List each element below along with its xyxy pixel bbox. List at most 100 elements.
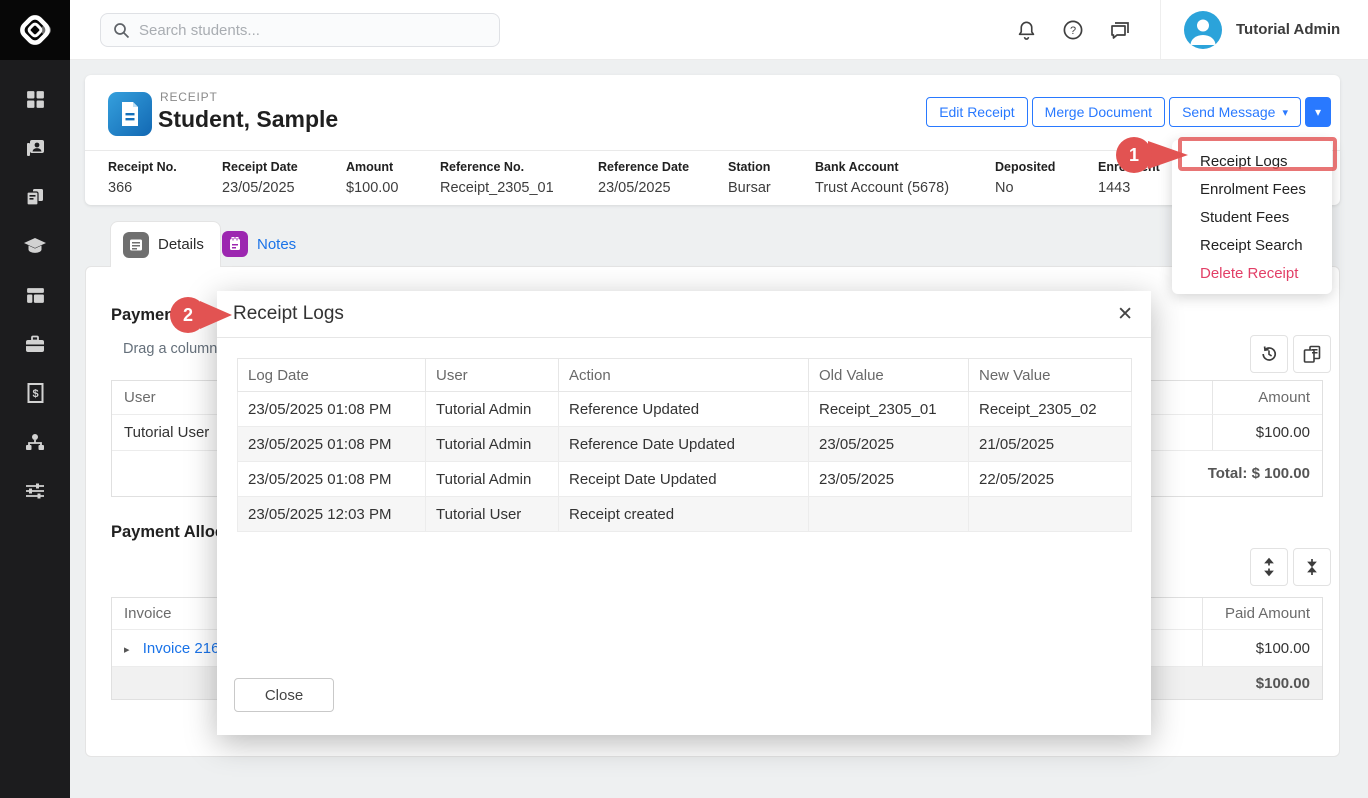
notes-tab-icon [222, 231, 248, 257]
receipt-logs-modal: Receipt Logs ✕ Log Date User Action Old … [217, 291, 1151, 735]
edit-receipt-button[interactable]: Edit Receipt [926, 97, 1027, 127]
sidebar-item-services[interactable] [23, 333, 47, 355]
sidebar-item-documents[interactable] [23, 186, 47, 208]
send-message-button[interactable]: Send Message ▾ [1169, 97, 1301, 127]
graduation-cap-icon [23, 236, 47, 256]
field-reference-no: Reference No.Receipt_2305_01 [440, 160, 554, 196]
help-button[interactable]: ? [1061, 18, 1085, 42]
chevron-down-icon: ▾ [1282, 106, 1288, 119]
receipt-icon [108, 92, 152, 136]
hierarchy-icon [24, 432, 46, 452]
more-actions-button[interactable]: ▾ [1305, 97, 1331, 127]
contact-card-icon [24, 137, 46, 159]
user-icon [1184, 11, 1222, 49]
export-grid-button[interactable] [1293, 335, 1331, 373]
notes-tab-label: Notes [257, 236, 296, 253]
sidebar-item-billing[interactable]: $ [23, 382, 47, 404]
bell-icon [1016, 19, 1037, 41]
sidebar-item-dashboard[interactable] [23, 88, 47, 110]
student-search[interactable] [100, 13, 500, 47]
invoice-link[interactable]: Invoice 2167 [143, 640, 228, 657]
collapse-all-button[interactable] [1293, 548, 1331, 586]
close-button[interactable]: Close [234, 678, 334, 712]
enrolment-link[interactable]: 1443 [1098, 180, 1160, 196]
log-table-header-row: Log Date User Action Old Value New Value [238, 359, 1132, 392]
menu-item-student-fees[interactable]: Student Fees [1172, 203, 1332, 231]
annotation-step-2: 2 [170, 297, 206, 333]
receipt-header-card: RECEIPT Student, Sample Edit Receipt Mer… [85, 75, 1340, 205]
field-reference-date: Reference Date23/05/2025 [598, 160, 689, 196]
field-deposited: DepositedNo [995, 160, 1055, 196]
field-receipt-no: Receipt No.366 [108, 160, 177, 196]
refresh-grid-button[interactable] [1250, 335, 1288, 373]
tab-notes[interactable]: Notes [208, 221, 310, 267]
column-log-date[interactable]: Log Date [238, 359, 426, 392]
column-amount[interactable]: Amount [1212, 381, 1322, 414]
search-icon [113, 22, 130, 39]
sidebar-item-network[interactable] [23, 431, 47, 453]
briefcase-icon [24, 334, 46, 354]
column-log-user[interactable]: User [426, 359, 559, 392]
app-logo[interactable] [0, 0, 70, 60]
payments-total: Total: $ 100.00 [1196, 465, 1322, 482]
sidebar-item-academics[interactable] [23, 235, 47, 257]
fee-document-icon: $ [26, 382, 45, 404]
layout-icon [25, 285, 46, 306]
chat-icon [1109, 19, 1131, 41]
paid-amount-cell: $100.00 [1202, 630, 1322, 666]
header-actions: Edit Receipt Merge Document Send Message… [926, 97, 1331, 127]
chevron-down-icon: ▾ [1315, 105, 1321, 119]
menu-item-enrolment-fees[interactable]: Enrolment Fees [1172, 175, 1332, 203]
dashboard-icon [25, 89, 46, 110]
messages-button[interactable] [1108, 18, 1132, 42]
send-message-label: Send Message [1182, 104, 1275, 120]
topbar: ? Tutorial Admin [70, 0, 1368, 60]
user-name[interactable]: Tutorial Admin [1236, 21, 1340, 38]
search-input[interactable] [139, 22, 469, 39]
annotation-arrow-1 [1148, 141, 1188, 169]
copy-columns-icon [1302, 344, 1322, 364]
sidebar-item-layout[interactable] [23, 284, 47, 306]
tab-details[interactable]: Details [110, 221, 221, 267]
sliders-icon [24, 481, 46, 501]
modal-header: Receipt Logs ✕ [217, 291, 1151, 338]
sidebar: $ [0, 0, 70, 798]
svg-text:$: $ [32, 388, 38, 400]
column-paid-amount[interactable]: Paid Amount [1202, 598, 1322, 629]
help-icon: ? [1062, 19, 1084, 41]
brand-icon [17, 12, 53, 48]
payment-amount-cell: $100.00 [1212, 415, 1322, 450]
expand-rows-icon [1260, 557, 1278, 577]
sidebar-item-settings[interactable] [23, 480, 47, 502]
column-old-value[interactable]: Old Value [809, 359, 969, 392]
collapse-rows-icon [1303, 557, 1321, 577]
record-type-label: RECEIPT [160, 90, 218, 104]
topbar-divider [1160, 0, 1161, 59]
log-row[interactable]: 23/05/2025 01:08 PMTutorial AdminReceipt… [238, 462, 1132, 497]
details-tab-label: Details [158, 236, 204, 253]
modal-title: Receipt Logs [233, 303, 344, 325]
sidebar-item-contacts[interactable] [23, 137, 47, 159]
annotation-step-1: 1 [1116, 137, 1152, 173]
field-amount: Amount$100.00 [346, 160, 398, 196]
field-bank-account: Bank AccountTrust Account (5678) [815, 160, 949, 196]
documents-icon [24, 186, 46, 208]
log-row[interactable]: 23/05/2025 01:08 PMTutorial AdminReferen… [238, 392, 1132, 427]
annotation-highlight-receipt-logs [1178, 137, 1337, 171]
close-icon[interactable]: ✕ [1117, 305, 1133, 324]
column-new-value[interactable]: New Value [969, 359, 1132, 392]
menu-item-delete-receipt[interactable]: Delete Receipt [1172, 259, 1332, 287]
column-action[interactable]: Action [559, 359, 809, 392]
expand-all-button[interactable] [1250, 548, 1288, 586]
merge-document-button[interactable]: Merge Document [1032, 97, 1165, 127]
row-expander-icon[interactable]: ▸ [124, 644, 130, 656]
app-window: $ ? Tutorial Admin [0, 0, 1368, 798]
log-row[interactable]: 23/05/2025 12:03 PMTutorial UserReceipt … [238, 497, 1132, 532]
log-row[interactable]: 23/05/2025 01:08 PMTutorial AdminReferen… [238, 427, 1132, 462]
avatar[interactable] [1184, 11, 1222, 49]
details-tab-icon [123, 232, 149, 258]
menu-item-receipt-search[interactable]: Receipt Search [1172, 231, 1332, 259]
field-station: StationBursar [728, 160, 771, 196]
field-receipt-date: Receipt Date23/05/2025 [222, 160, 298, 196]
notifications-button[interactable] [1014, 18, 1038, 42]
